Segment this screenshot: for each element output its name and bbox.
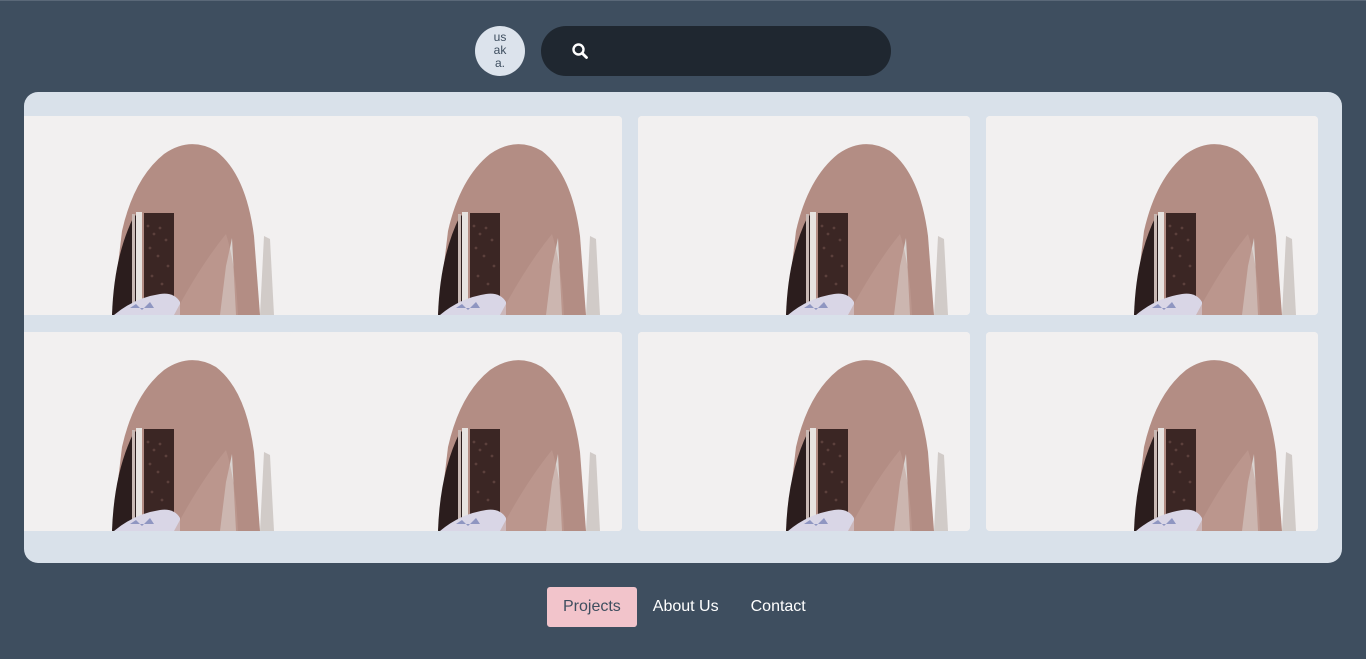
logo-icon: us ak a.: [494, 30, 508, 70]
nav-item-projects[interactable]: Projects: [547, 587, 637, 627]
window-top-border: [0, 0, 1366, 1]
arch-doorway-photo: [986, 116, 1318, 315]
arch-doorway-photo: [290, 332, 622, 531]
footer-nav: Projects About Us Contact: [547, 587, 822, 627]
nav-item-about-us[interactable]: About Us: [637, 587, 735, 627]
arch-doorway-photo: [638, 332, 970, 531]
project-gallery: [24, 92, 1342, 563]
search-bar[interactable]: [541, 26, 891, 76]
arch-doorway-photo: [986, 332, 1318, 531]
arch-doorway-photo: [290, 116, 622, 315]
header: us ak a.: [475, 26, 891, 76]
svg-text:us: us: [494, 30, 507, 44]
gallery-tile[interactable]: [290, 116, 622, 315]
search-icon[interactable]: [571, 42, 589, 60]
gallery-tile[interactable]: [24, 116, 296, 315]
gallery-tile[interactable]: [986, 116, 1318, 315]
gallery-tile[interactable]: [638, 116, 970, 315]
logo[interactable]: us ak a.: [475, 26, 525, 76]
nav-item-contact[interactable]: Contact: [735, 587, 822, 627]
search-input[interactable]: [599, 26, 891, 76]
arch-doorway-photo: [24, 116, 296, 315]
arch-doorway-photo: [24, 332, 296, 531]
gallery-tile[interactable]: [986, 332, 1318, 531]
gallery-tile[interactable]: [24, 332, 296, 531]
gallery-tile[interactable]: [290, 332, 622, 531]
arch-doorway-photo: [638, 116, 970, 315]
svg-text:a.: a.: [495, 56, 505, 70]
gallery-tile[interactable]: [638, 332, 970, 531]
svg-text:ak: ak: [494, 43, 508, 57]
